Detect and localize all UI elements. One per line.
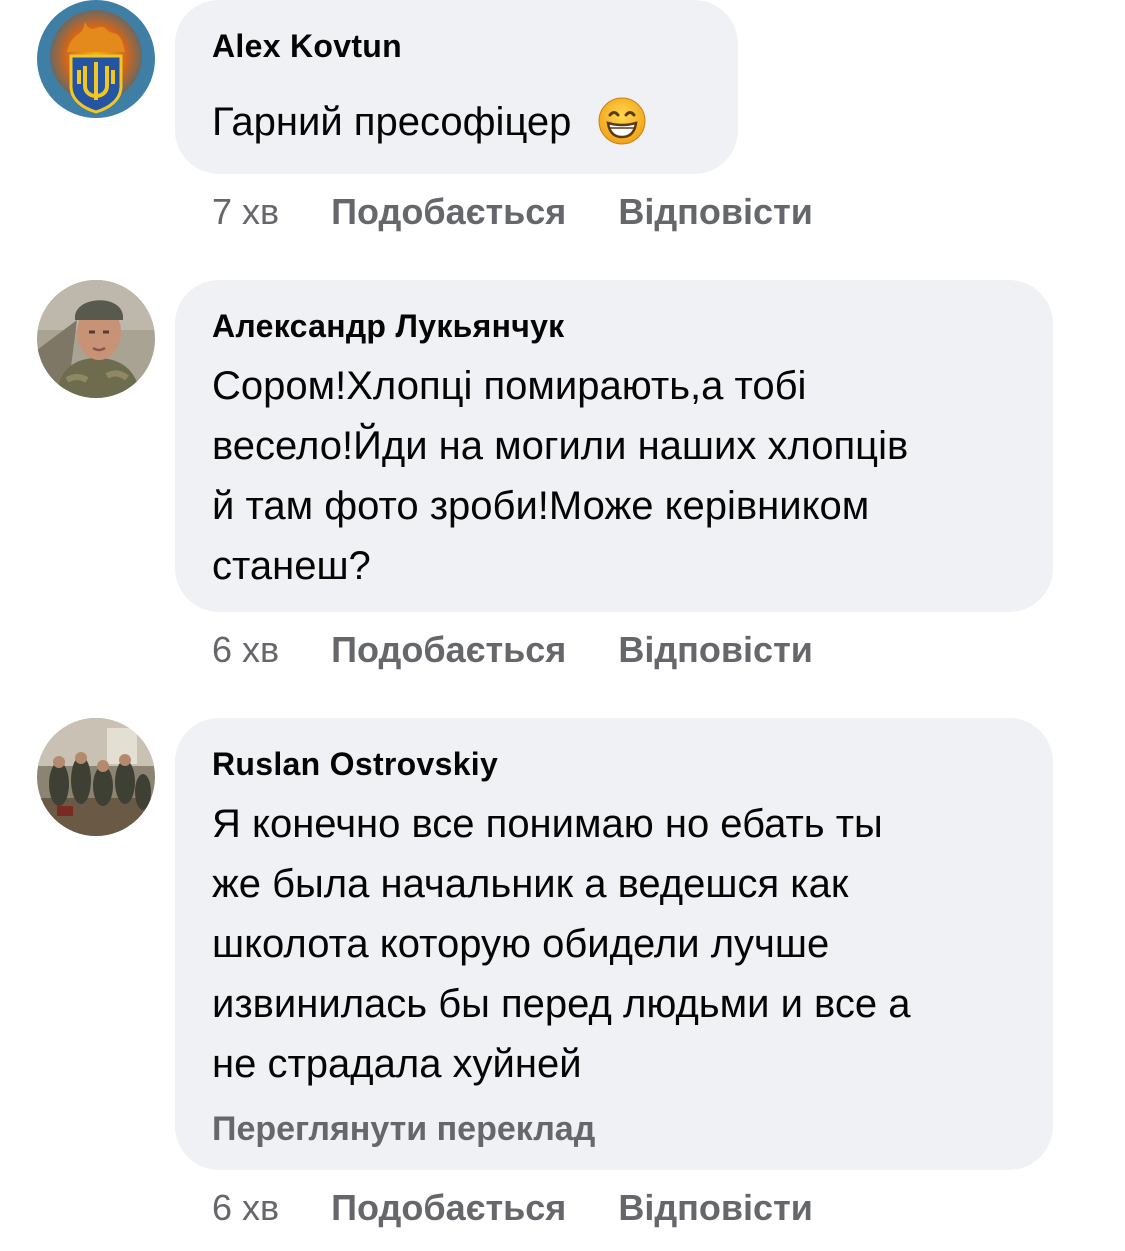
comment-actions: 7 хв Подобається Відповісти bbox=[212, 187, 865, 237]
reply-button[interactable]: Відповісти bbox=[618, 1187, 813, 1229]
comment-author[interactable]: Александр Лукьянчук bbox=[212, 308, 565, 345]
soldier-avatar-icon bbox=[37, 280, 155, 398]
comment-text: Гарний пресофіцер bbox=[212, 92, 647, 152]
comment-text-line: весело!Йди на могили наших хлопців bbox=[212, 424, 909, 468]
comment-actions: 6 хв Подобається Відповісти bbox=[212, 625, 865, 675]
avatar[interactable] bbox=[37, 718, 155, 836]
comment-author[interactable]: Ruslan Ostrovskiy bbox=[212, 746, 498, 783]
group-photo-avatar-icon bbox=[37, 718, 155, 836]
comment-time[interactable]: 6 хв bbox=[212, 1187, 279, 1229]
comment-bubble: Ruslan Ostrovskiy Я конечно все понимаю … bbox=[175, 718, 1053, 1170]
like-button[interactable]: Подобається bbox=[331, 1187, 566, 1229]
comment-text: Я конечно все понимаю но ебать ты же был… bbox=[212, 794, 910, 1094]
trident-flame-avatar-icon bbox=[37, 0, 155, 118]
comment-text-line: школота которую обидели лучше bbox=[212, 922, 830, 966]
comment-text-line: Я конечно все понимаю но ебать ты bbox=[212, 802, 883, 846]
like-button[interactable]: Подобається bbox=[331, 629, 566, 671]
grinning-face-icon bbox=[597, 96, 647, 146]
comment-text-line: й там фото зроби!Може керівником bbox=[212, 484, 870, 528]
avatar[interactable] bbox=[37, 0, 155, 118]
see-translation-link[interactable]: Переглянути переклад bbox=[212, 1110, 595, 1149]
reply-button[interactable]: Відповісти bbox=[618, 191, 813, 233]
comment-text-line: извинилась бы перед людьми и все а bbox=[212, 982, 911, 1026]
comment-text-line: станеш? bbox=[212, 544, 371, 588]
comment-text-line: не страдала хуйней bbox=[212, 1042, 582, 1086]
comment-text-line: же была начальник а ведешся как bbox=[212, 862, 849, 906]
comment-time[interactable]: 6 хв bbox=[212, 629, 279, 671]
comment-text-line: Сором!Хлопці помирають,а тобі bbox=[212, 364, 807, 408]
avatar[interactable] bbox=[37, 280, 155, 398]
like-button[interactable]: Подобається bbox=[331, 191, 566, 233]
comment-text: Сором!Хлопці помирають,а тобі весело!Йди… bbox=[212, 356, 908, 596]
comment-time[interactable]: 7 хв bbox=[212, 191, 279, 233]
comment-actions: 6 хв Подобається Відповісти bbox=[212, 1183, 865, 1233]
comment-bubble: Alex Kovtun Гарний пресофіцер bbox=[175, 0, 738, 174]
comment-text-line: Гарний пресофіцер bbox=[212, 100, 572, 144]
comment-author[interactable]: Alex Kovtun bbox=[212, 28, 402, 65]
reply-button[interactable]: Відповісти bbox=[618, 629, 813, 671]
comment-bubble: Александр Лукьянчук Сором!Хлопці помираю… bbox=[175, 280, 1053, 612]
